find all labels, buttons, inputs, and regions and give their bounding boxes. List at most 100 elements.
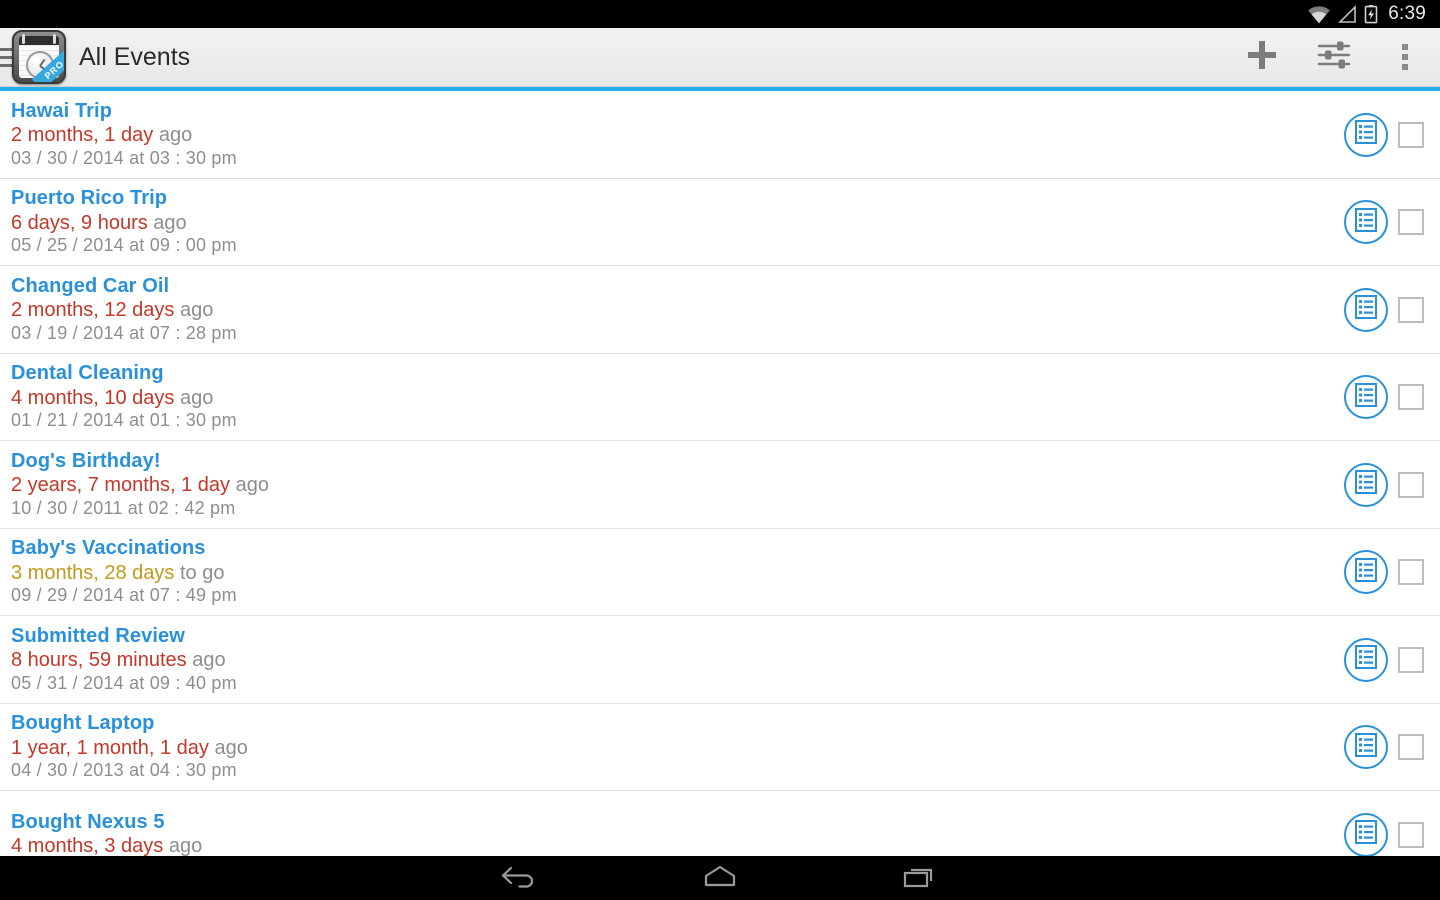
notes-list-icon [1353,819,1379,850]
status-bar: 6:39 [0,0,1440,28]
nav-home-button[interactable] [690,856,750,900]
event-relative-amount: 2 years, 7 months, 1 day [11,474,231,497]
event-datetime: 03 / 30 / 2014 at 03 : 30 pm [11,147,237,168]
sliders-icon [1316,40,1352,75]
event-relative-time: 3 months, 28 days to go [11,561,1300,585]
page-title: All Events [79,42,191,71]
event-text-block: Hawai Trip 2 months, 1 day ago 03 / 30 / 2… [0,99,1300,170]
notes-list-icon [1353,644,1379,675]
event-notes-button[interactable] [1344,287,1388,332]
event-relative-time: 1 year, 1 month, 1 day ago [11,736,1300,760]
event-row[interactable]: Bought Laptop 1 year, 1 month, 1 day ago 0… [0,703,1440,792]
event-row[interactable]: Submitted Review 8 hours, 59 minutes ago 0… [0,616,1440,704]
event-list[interactable]: Hawai Trip 2 months, 1 day ago 03 / 30 / 2… [0,91,1440,856]
event-datetime: 01 / 21 / 2014 at 01 : 30 pm [11,410,237,431]
event-text-block: Changed Car Oil 2 months, 12 days ago 03 /… [0,274,1300,345]
notes-list-icon [1353,382,1379,413]
event-relative-suffix: ago [230,474,269,497]
event-text-block: Puerto Rico Trip 6 days, 9 hours ago 05 / … [0,186,1300,257]
event-row[interactable]: Bought Nexus 54 months, 3 days ago [0,791,1440,856]
event-row[interactable]: Changed Car Oil 2 months, 12 days ago 03 /… [0,266,1440,354]
event-relative-amount: 3 months, 28 days [11,561,175,584]
filter-settings-button[interactable] [1298,28,1370,87]
notes-list-icon [1353,119,1379,150]
overflow-menu-button[interactable] [1370,28,1440,87]
event-text-block: Dog's Birthday! 2 years, 7 months, 1 day … [0,449,1300,520]
wifi-icon [1307,5,1331,24]
event-row[interactable]: Baby's Vaccinations 3 months, 28 days to … [0,528,1440,616]
event-notes-button[interactable] [1344,200,1388,245]
overflow-dots-icon [1402,44,1408,70]
event-select-checkbox[interactable] [1398,296,1424,323]
event-select-checkbox[interactable] [1398,559,1424,586]
event-relative-suffix: ago [208,736,248,759]
event-relative-amount: 4 months, 3 days [11,835,164,856]
event-row-controls [1344,179,1440,267]
event-select-checkbox[interactable] [1398,471,1424,498]
notes-list-icon [1353,732,1379,763]
app-logo-icon[interactable]: PRO [12,30,66,84]
event-select-checkbox[interactable] [1398,734,1424,761]
event-relative-amount: 4 months, 10 days [11,386,175,409]
event-row[interactable]: Dog's Birthday! 2 years, 7 months, 1 day … [0,441,1440,529]
action-bar-actions [1226,28,1440,87]
event-title: Dog's Birthday! [11,449,161,472]
event-select-checkbox[interactable] [1398,209,1424,236]
event-notes-button[interactable] [1344,550,1388,595]
event-relative-amount: 8 hours, 59 minutes [11,649,187,672]
add-event-button[interactable] [1226,28,1298,87]
status-time: 6:39 [1388,3,1426,24]
event-relative-amount: 2 months, 12 days [11,299,175,322]
event-text-block: Dental Cleaning 4 months, 10 days ago 01 /… [0,361,1300,432]
event-datetime: 05 / 25 / 2014 at 09 : 00 pm [11,235,237,256]
event-relative-time: 2 months, 12 days ago [11,298,1300,322]
event-title: Hawai Trip [11,99,113,122]
event-text-block: Baby's Vaccinations 3 months, 28 days to … [0,536,1300,607]
notes-list-icon [1353,294,1379,325]
event-notes-button[interactable] [1344,462,1388,507]
event-title: Bought Laptop [11,712,155,735]
event-row-controls [1344,266,1440,354]
event-title: Bought Nexus 5 [11,810,165,833]
notes-list-icon [1353,469,1379,500]
event-datetime: 10 / 30 / 2011 at 02 : 42 pm [11,497,236,518]
nav-back-button[interactable] [490,856,550,900]
event-title: Dental Cleaning [11,362,164,385]
event-notes-button[interactable] [1344,637,1388,682]
event-row-controls [1344,354,1440,442]
event-select-checkbox[interactable] [1398,821,1424,848]
event-datetime: 04 / 30 / 2013 at 04 : 30 pm [11,760,237,781]
event-select-checkbox[interactable] [1398,646,1424,673]
event-notes-button[interactable] [1344,725,1388,770]
action-bar: PRO All Events [0,28,1440,87]
app-root: 6:39 PRO All Events Hawai Trip 2 months,… [0,0,1440,900]
event-row[interactable]: Dental Cleaning 4 months, 10 days ago 01 /… [0,353,1440,442]
event-datetime: 03 / 19 / 2014 at 07 : 28 pm [11,322,237,343]
nav-recents-button[interactable] [890,856,950,900]
event-notes-button[interactable] [1344,112,1388,157]
event-datetime: 05 / 31 / 2014 at 09 : 40 pm [11,672,237,693]
event-relative-amount: 2 months, 1 day [11,124,154,147]
event-row-controls [1344,441,1440,529]
event-row-controls [1344,616,1440,704]
event-notes-button[interactable] [1344,375,1388,420]
event-notes-button[interactable] [1344,812,1388,856]
event-select-checkbox[interactable] [1398,384,1424,411]
event-datetime: 09 / 29 / 2014 at 07 : 49 pm [11,585,237,606]
event-relative-time: 2 years, 7 months, 1 day ago [11,473,1300,497]
event-relative-time: 4 months, 3 days ago [11,834,1300,856]
event-title: Baby's Vaccinations [11,537,206,560]
battery-charging-icon [1364,4,1378,24]
notes-list-icon [1353,557,1379,588]
event-relative-suffix: to go [174,561,225,584]
event-row-controls [1344,704,1440,792]
notes-list-icon [1353,207,1379,238]
event-select-checkbox[interactable] [1398,121,1424,148]
event-relative-time: 2 months, 1 day ago [11,123,1300,147]
event-relative-time: 8 hours, 59 minutes ago [11,648,1300,672]
event-relative-suffix: ago [153,124,193,147]
event-row[interactable]: Hawai Trip 2 months, 1 day ago 03 / 30 / 2… [0,91,1440,179]
plus-icon [1245,38,1279,77]
event-row[interactable]: Puerto Rico Trip 6 days, 9 hours ago 05 / … [0,178,1440,267]
event-relative-suffix: ago [174,299,214,322]
